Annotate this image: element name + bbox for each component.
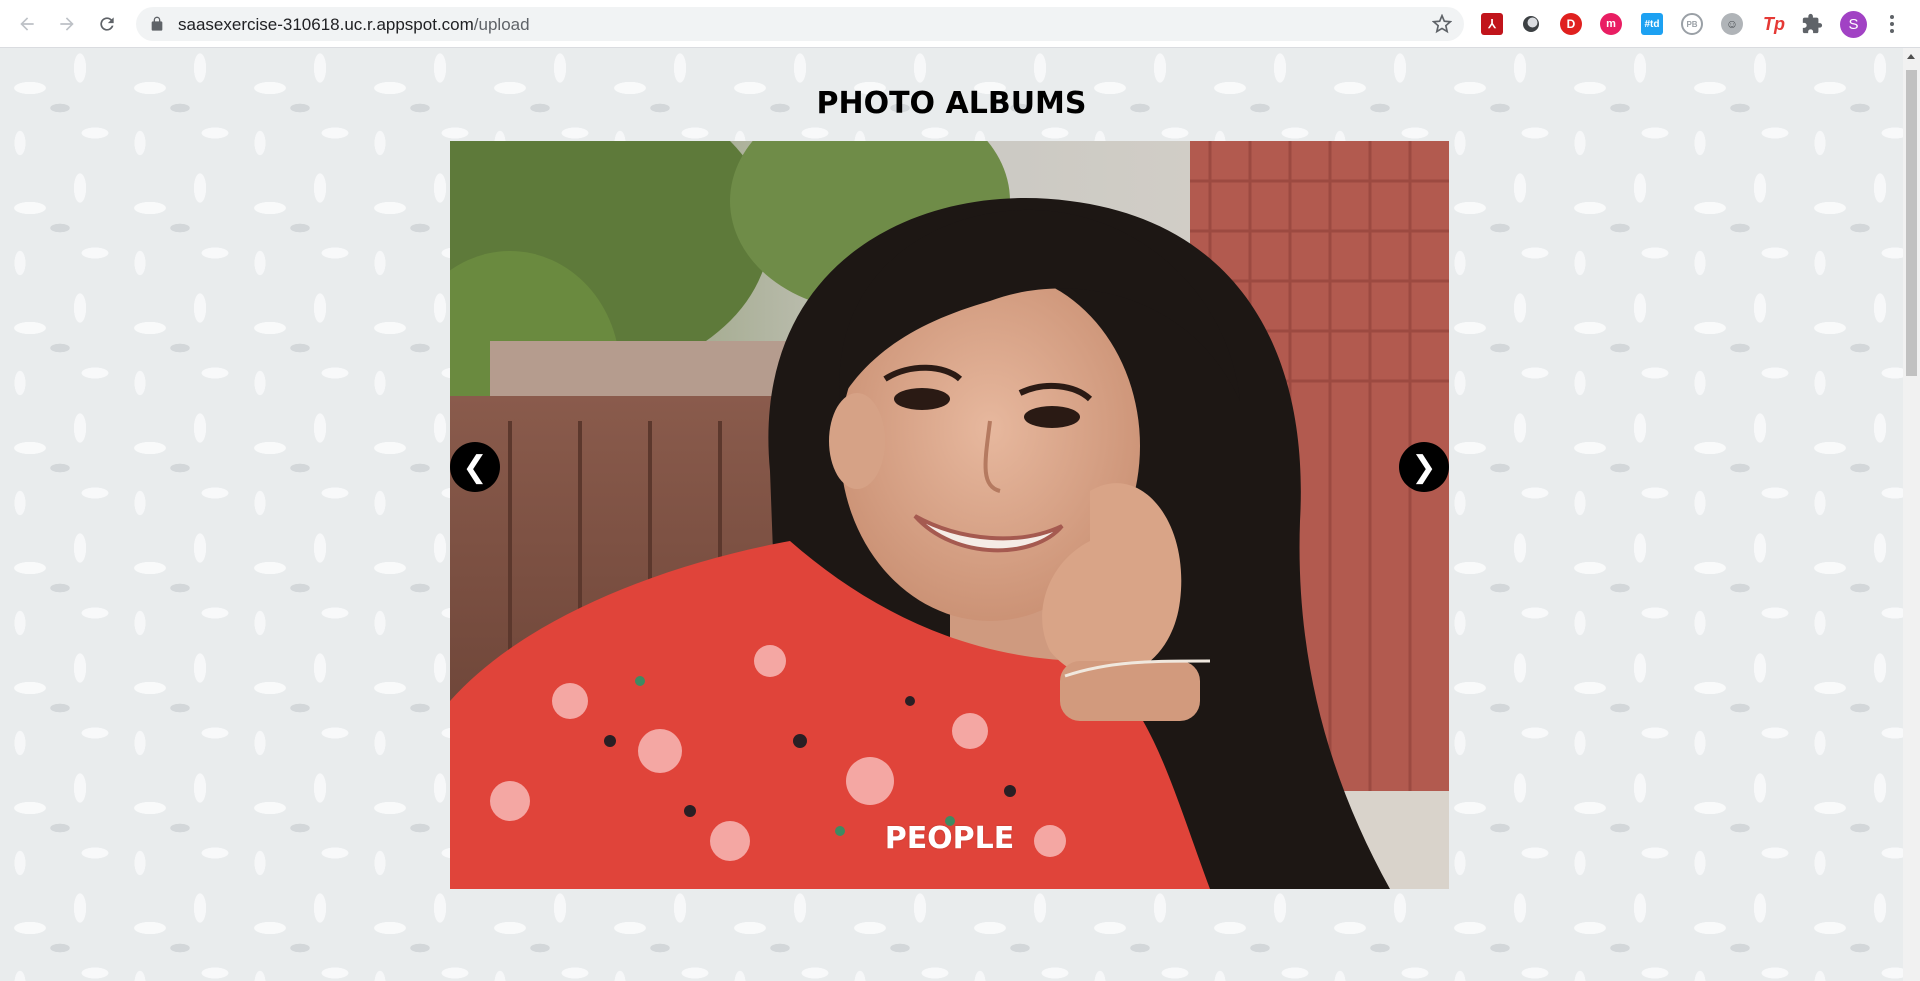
scroll-up-icon[interactable] bbox=[1907, 54, 1915, 59]
url-host: saasexercise-310618.uc.r.appspot.com bbox=[178, 15, 474, 34]
d-extension-icon[interactable]: D bbox=[1560, 13, 1582, 35]
page-background: PHOTO ALBUMS ❮ ❯ PEOPLE bbox=[0, 48, 1903, 981]
reload-button[interactable] bbox=[91, 8, 123, 40]
arrow-left-icon bbox=[20, 17, 34, 31]
url-text[interactable]: saasexercise-310618.uc.r.appspot.com/upl… bbox=[178, 15, 530, 35]
address-bar[interactable]: saasexercise-310618.uc.r.appspot.com/upl… bbox=[136, 7, 1464, 41]
profile-avatar[interactable]: S bbox=[1840, 11, 1867, 38]
arrow-right-icon bbox=[60, 17, 74, 31]
browser-menu-icon[interactable] bbox=[1882, 12, 1902, 36]
slide-photo bbox=[450, 141, 1449, 889]
face-extension-icon[interactable]: ☺ bbox=[1721, 13, 1743, 35]
td-extension-icon[interactable]: #td bbox=[1641, 13, 1663, 35]
adobe-acrobat-icon[interactable]: ⅄ bbox=[1481, 13, 1503, 35]
lock-icon[interactable] bbox=[149, 16, 165, 32]
m-extension-icon[interactable]: m bbox=[1600, 13, 1622, 35]
next-slide-button[interactable]: ❯ bbox=[1399, 442, 1449, 492]
scrollbar-thumb[interactable] bbox=[1906, 70, 1917, 376]
slide-caption: PEOPLE bbox=[884, 821, 1015, 856]
slideshow bbox=[450, 141, 1449, 889]
extensions-puzzle-icon[interactable] bbox=[1801, 13, 1823, 35]
previous-slide-button[interactable]: ❮ bbox=[450, 442, 500, 492]
forward-button[interactable] bbox=[51, 8, 83, 40]
back-button[interactable] bbox=[11, 8, 43, 40]
pb-extension-icon[interactable]: PB bbox=[1681, 13, 1703, 35]
page-title: PHOTO ALBUMS bbox=[816, 86, 1087, 121]
url-path: /upload bbox=[473, 15, 530, 34]
browser-toolbar: saasexercise-310618.uc.r.appspot.com/upl… bbox=[0, 0, 1920, 48]
bookmark-star-icon[interactable] bbox=[1432, 14, 1452, 34]
reload-icon bbox=[100, 17, 114, 31]
tp-extension-icon[interactable]: Tp bbox=[1760, 13, 1788, 35]
ring-extension-icon[interactable] bbox=[1520, 13, 1542, 35]
